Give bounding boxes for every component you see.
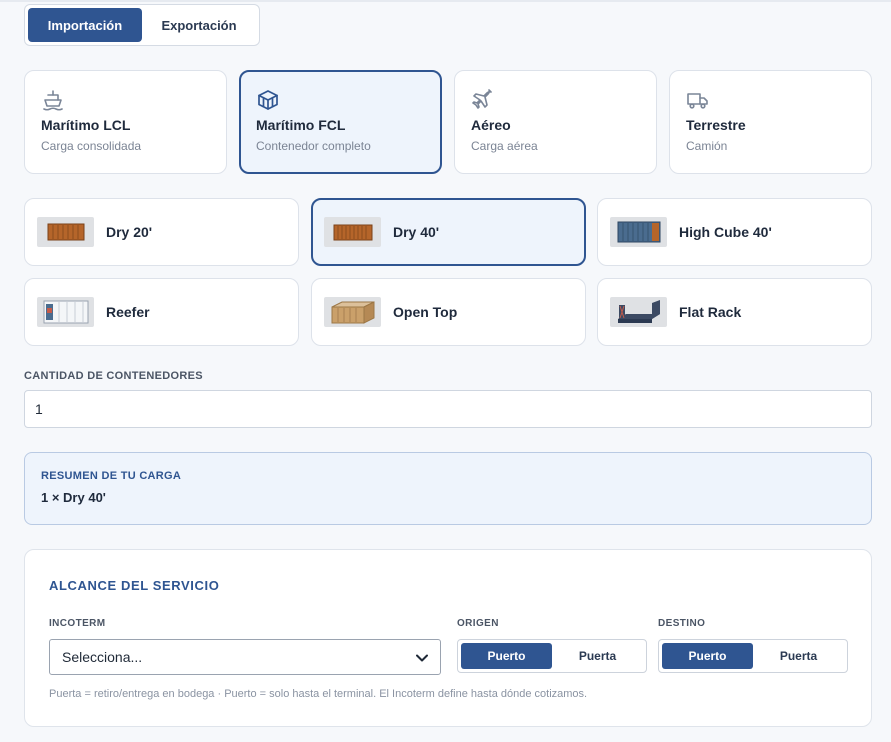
mode-title: Marítimo FCL [256, 117, 346, 133]
container-label: Dry 20' [106, 224, 153, 240]
ship-icon [41, 89, 65, 111]
mode-subtitle: Contenedor completo [256, 139, 371, 153]
plane-icon [471, 89, 495, 111]
mode-card-maritimo-fcl[interactable]: Marítimo FCL Contenedor completo [239, 70, 442, 174]
summary-heading: RESUMEN DE TU CARGA [41, 470, 182, 482]
mode-subtitle: Carga aérea [471, 139, 538, 153]
service-scope-panel: ALCANCE DEL SERVICIO INCOTERM Selecciona… [24, 549, 872, 727]
cargo-summary: RESUMEN DE TU CARGA 1 × Dry 40' [24, 452, 872, 525]
container-option-dry-20[interactable]: Dry 20' [24, 198, 299, 266]
quantity-label: CANTIDAD DE CONTENEDORES [24, 370, 203, 382]
mode-subtitle: Carga consolidada [41, 139, 142, 153]
high-cube-40-container-image [610, 217, 667, 247]
container-label: High Cube 40' [679, 224, 772, 240]
container-label: Dry 40' [393, 224, 440, 240]
flat-rack-container-image [610, 297, 667, 327]
container-option-high-cube-40[interactable]: High Cube 40' [597, 198, 872, 266]
service-scope-note: Puerta = retiro/entrega en bodega · Puer… [49, 688, 588, 700]
container-box-icon [256, 89, 280, 111]
mode-title: Terrestre [686, 117, 746, 133]
mode-card-terrestre[interactable]: Terrestre Camión [669, 70, 872, 174]
incoterm-label: INCOTERM [49, 618, 106, 629]
container-option-flat-rack[interactable]: Flat Rack [597, 278, 872, 346]
summary-value: 1 × Dry 40' [41, 490, 106, 505]
container-option-dry-40[interactable]: Dry 40' [311, 198, 586, 266]
service-scope-title: ALCANCE DEL SERVICIO [49, 578, 220, 593]
mode-card-aereo[interactable]: Aéreo Carga aérea [454, 70, 657, 174]
top-divider [0, 0, 891, 2]
incoterm-select[interactable]: Selecciona... [49, 639, 441, 675]
origin-label: ORIGEN [457, 618, 499, 629]
open-top-container-image [324, 297, 381, 327]
mode-title: Marítimo LCL [41, 117, 131, 133]
quantity-input[interactable] [24, 390, 872, 428]
origin-toggle: Puerto Puerta [457, 639, 647, 673]
mode-card-maritimo-lcl[interactable]: Marítimo LCL Carga consolidada [24, 70, 227, 174]
chevron-down-icon [416, 649, 428, 665]
origin-puerto-option[interactable]: Puerto [461, 643, 552, 669]
destination-label: DESTINO [658, 618, 706, 629]
mode-title: Aéreo [471, 117, 511, 133]
dry-20-container-image [37, 217, 94, 247]
mode-subtitle: Camión [686, 139, 728, 153]
operation-toggle: Importación Exportación [24, 4, 260, 46]
destination-puerto-option[interactable]: Puerto [662, 643, 753, 669]
origin-puerta-option[interactable]: Puerta [552, 643, 643, 669]
container-label: Reefer [106, 304, 150, 320]
incoterm-selected-value: Selecciona... [62, 649, 143, 665]
container-label: Open Top [393, 304, 458, 320]
truck-icon [686, 89, 710, 111]
reefer-container-image [37, 297, 94, 327]
dry-40-container-image [324, 217, 381, 247]
container-option-open-top[interactable]: Open Top [311, 278, 586, 346]
container-option-reefer[interactable]: Reefer [24, 278, 299, 346]
export-option[interactable]: Exportación [142, 8, 256, 42]
container-label: Flat Rack [679, 304, 742, 320]
import-option[interactable]: Importación [28, 8, 142, 42]
destination-toggle: Puerto Puerta [658, 639, 848, 673]
destination-puerta-option[interactable]: Puerta [753, 643, 844, 669]
